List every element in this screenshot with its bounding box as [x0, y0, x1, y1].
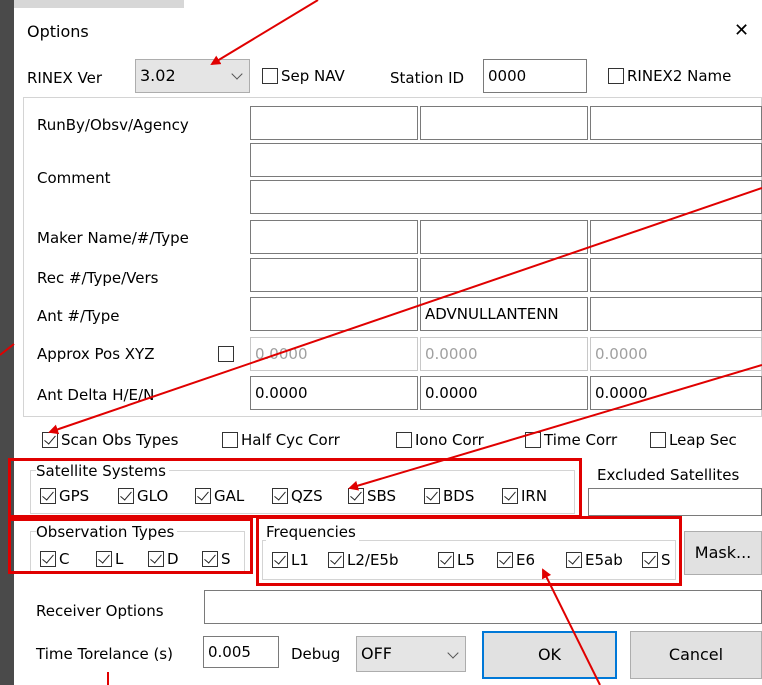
arrow-to-rinex-ver [210, 0, 319, 66]
arrow-from-left [0, 343, 15, 356]
arrow-to-e6 [542, 568, 601, 685]
annotation-arrows [0, 0, 762, 685]
arrow-to-qzs [348, 364, 762, 491]
arrow-to-scan-obs [48, 187, 762, 435]
